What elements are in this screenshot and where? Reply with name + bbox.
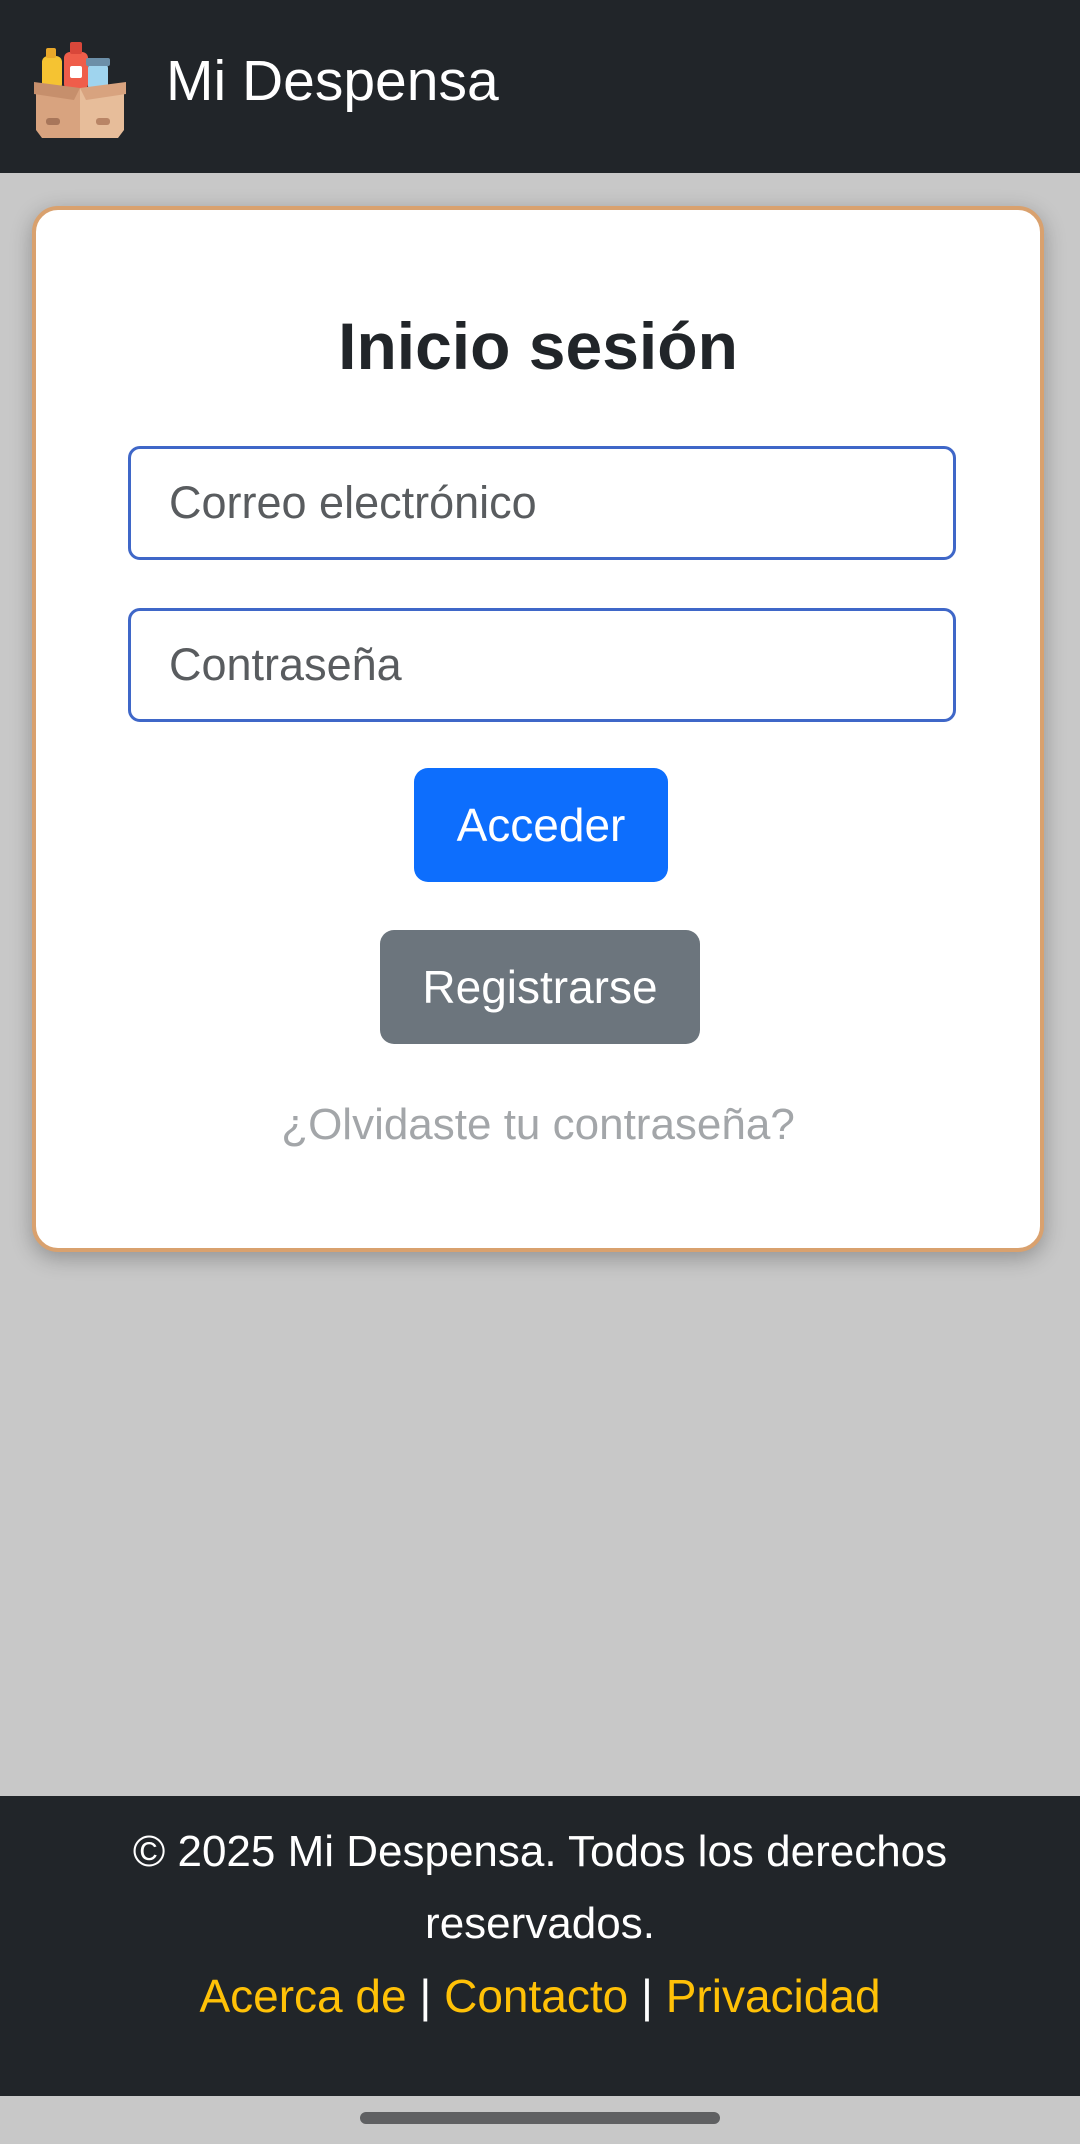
- page-title: Inicio sesión: [338, 309, 738, 383]
- login-button[interactable]: Acceder: [414, 768, 668, 882]
- email-field[interactable]: [128, 446, 956, 560]
- register-button[interactable]: Registrarse: [380, 930, 700, 1044]
- footer-link-about[interactable]: Acerca de: [199, 1970, 406, 2022]
- copyright-text: © 2025 Mi Despensa. Todos los derechos r…: [132, 1827, 948, 1948]
- footer-link-contact[interactable]: Contacto: [444, 1970, 628, 2022]
- page-footer: © 2025 Mi Despensa. Todos los derechos r…: [0, 1796, 1080, 2096]
- footer-separator: |: [419, 1970, 432, 2022]
- pantry-box-icon[interactable]: [34, 42, 126, 138]
- login-card: Inicio sesión Acceder Registrarse ¿Olvid…: [32, 206, 1044, 1252]
- app-title[interactable]: Mi Despensa: [166, 46, 499, 116]
- footer-separator: |: [641, 1970, 653, 2022]
- top-navbar: Mi Despensa: [0, 0, 1080, 173]
- password-field[interactable]: [128, 608, 956, 722]
- home-indicator[interactable]: [360, 2112, 720, 2124]
- footer-link-privacy[interactable]: Privacidad: [666, 1970, 881, 2022]
- footer-links: Acerca de | Contacto | Privacidad: [0, 1966, 1080, 2026]
- forgot-password-link[interactable]: ¿Olvidaste tu contraseña?: [36, 1098, 1040, 1152]
